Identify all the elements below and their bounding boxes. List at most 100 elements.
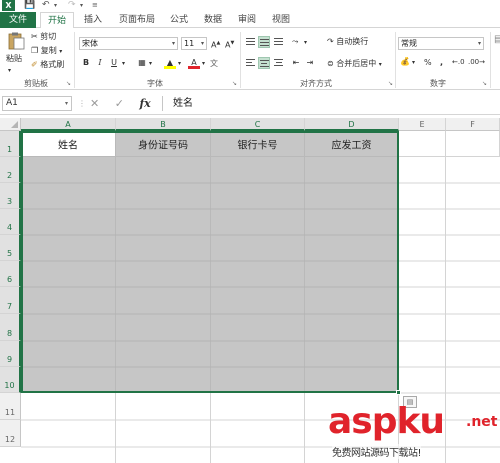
number-format-select[interactable]: 常规 ▾ (398, 37, 484, 50)
fill-color-dropdown-icon[interactable]: ▾ (178, 58, 181, 69)
decrease-decimal-icon[interactable]: .00→ (468, 57, 485, 68)
save-icon[interactable]: 💾 (24, 0, 35, 11)
insert-function-icon[interactable]: fx (139, 97, 150, 110)
fill-handle[interactable] (396, 390, 401, 395)
cell-e1[interactable] (399, 131, 446, 157)
align-middle-icon[interactable] (258, 36, 270, 48)
column-header-b[interactable]: B (116, 118, 211, 131)
currency-dropdown-icon[interactable]: ▾ (412, 57, 415, 68)
font-color-icon[interactable]: A (188, 57, 200, 69)
name-box[interactable]: A1 ▾ (2, 96, 72, 111)
comma-button[interactable]: , (440, 57, 443, 68)
tab-data[interactable]: 数据 (198, 12, 228, 28)
underline-button[interactable]: U (108, 57, 120, 69)
column-header-c[interactable]: C (211, 118, 305, 131)
row-number: 6 (6, 275, 13, 284)
align-bottom-icon[interactable] (272, 36, 284, 48)
row-header-3[interactable]: 3 (0, 183, 21, 209)
alignment-group-label: 对齐方式 (300, 79, 332, 88)
underline-dropdown-icon[interactable]: ▾ (122, 58, 125, 69)
tab-home[interactable]: 开始 (40, 12, 74, 29)
row-header-6[interactable]: 6 (0, 261, 21, 287)
cell-f1[interactable] (446, 131, 500, 157)
font-size-select[interactable]: 11 ▾ (181, 37, 207, 50)
align-left-icon[interactable] (244, 57, 256, 69)
enter-icon[interactable]: ✓ (115, 97, 124, 110)
tab-insert[interactable]: 插入 (78, 12, 108, 28)
borders-icon[interactable]: ▦ (136, 57, 148, 69)
conditional-format-icon[interactable]: ▤ (494, 34, 500, 45)
select-all-button[interactable] (0, 118, 21, 131)
column-header-a[interactable]: A (21, 118, 116, 131)
paste-icon[interactable] (6, 32, 26, 50)
undo-icon[interactable]: ↶ (42, 0, 50, 11)
align-top-icon[interactable] (244, 36, 256, 48)
cancel-icon[interactable]: ✕ (90, 97, 99, 110)
row-header-2[interactable]: 2 (0, 157, 21, 183)
scissors-icon: ✂ (31, 32, 38, 41)
percent-button[interactable]: % (424, 57, 432, 68)
bold-button[interactable]: B (80, 57, 92, 69)
paste-dropdown-icon[interactable]: ▾ (8, 65, 11, 76)
align-right-icon[interactable] (272, 57, 284, 69)
align-center-icon[interactable] (258, 57, 270, 69)
copy-label: 复制 (40, 46, 57, 55)
redo-icon[interactable]: ↷ (68, 0, 76, 11)
row-header-8[interactable]: 8 (0, 314, 21, 341)
increase-indent-icon[interactable]: ⇥ (304, 57, 316, 69)
formula-input[interactable]: 姓名 (162, 96, 498, 111)
quick-access-toolbar: X 💾 ↶ ▾ ↷ ▾ ≡ (0, 0, 500, 12)
watermark-logo: aspku (328, 401, 445, 442)
increase-decimal-icon[interactable]: ←.0 (452, 57, 465, 68)
row-header-1[interactable]: 1 (0, 131, 21, 157)
decrease-indent-icon[interactable]: ⇤ (290, 57, 302, 69)
orientation-icon[interactable]: ⤳ (292, 36, 298, 47)
paste-button[interactable]: 粘贴 (6, 53, 22, 64)
row-header-10[interactable]: 10 (0, 367, 21, 393)
wrap-text-button[interactable]: ↷ 自动换行 (327, 36, 368, 47)
increase-font-icon[interactable]: A▲ (211, 38, 220, 51)
format-painter-label: 格式刷 (40, 60, 65, 69)
row-header-12[interactable]: 12 (0, 420, 21, 447)
tab-file[interactable]: 文件 (0, 12, 36, 28)
copy-button[interactable]: ❐ 复制 ▾ (31, 45, 62, 57)
clipboard-launcher-icon[interactable]: ↘ (66, 80, 71, 87)
tab-page-layout[interactable]: 页面布局 (112, 12, 162, 28)
row-header-7[interactable]: 7 (0, 287, 21, 314)
cell-c1[interactable]: 银行卡号 (211, 131, 305, 157)
merge-icon: ⊜ (327, 59, 334, 68)
phonetic-icon[interactable]: 文 (210, 58, 218, 69)
font-name-select[interactable]: 宋体 ▾ (79, 37, 178, 50)
cell-b1[interactable]: 身份证号码 (116, 131, 211, 157)
column-header-e[interactable]: E (399, 118, 446, 131)
font-launcher-icon[interactable]: ↘ (232, 80, 237, 87)
customize-icon[interactable]: ≡ (92, 0, 98, 11)
alignment-launcher-icon[interactable]: ↘ (388, 80, 393, 87)
merge-center-button[interactable]: ⊜ 合并后居中 ▾ (327, 58, 382, 70)
number-group-label: 数字 (430, 79, 446, 88)
column-header-f[interactable]: F (446, 118, 500, 131)
fill-color-icon[interactable]: ▲ (164, 57, 176, 69)
tab-view[interactable]: 视图 (266, 12, 296, 28)
currency-icon[interactable]: 💰 (400, 56, 410, 67)
borders-dropdown-icon[interactable]: ▾ (149, 58, 152, 69)
row-header-9[interactable]: 9 (0, 341, 21, 367)
cell-d1[interactable]: 应发工资 (305, 131, 399, 157)
decrease-font-icon[interactable]: A▼ (225, 38, 234, 51)
format-painter-button[interactable]: ✐ 格式刷 (31, 59, 64, 70)
italic-button[interactable]: I (94, 57, 106, 69)
tab-review[interactable]: 审阅 (232, 12, 262, 28)
merge-dropdown-icon: ▾ (378, 61, 382, 68)
number-launcher-icon[interactable]: ↘ (482, 80, 487, 87)
cell-a1[interactable]: 姓名 (21, 131, 116, 157)
orientation-dropdown-icon[interactable]: ▾ (304, 37, 307, 48)
cut-button[interactable]: ✂ 剪切 (31, 31, 56, 42)
column-header-d[interactable]: D (305, 118, 399, 131)
row-header-11[interactable]: 11 (0, 393, 21, 420)
row-header-5[interactable]: 5 (0, 235, 21, 261)
tab-formulas[interactable]: 公式 (164, 12, 194, 28)
row-header-4[interactable]: 4 (0, 209, 21, 235)
undo-dropdown-icon[interactable]: ▾ (54, 0, 57, 11)
redo-dropdown-icon[interactable]: ▾ (80, 0, 83, 11)
font-color-dropdown-icon[interactable]: ▾ (202, 58, 205, 69)
